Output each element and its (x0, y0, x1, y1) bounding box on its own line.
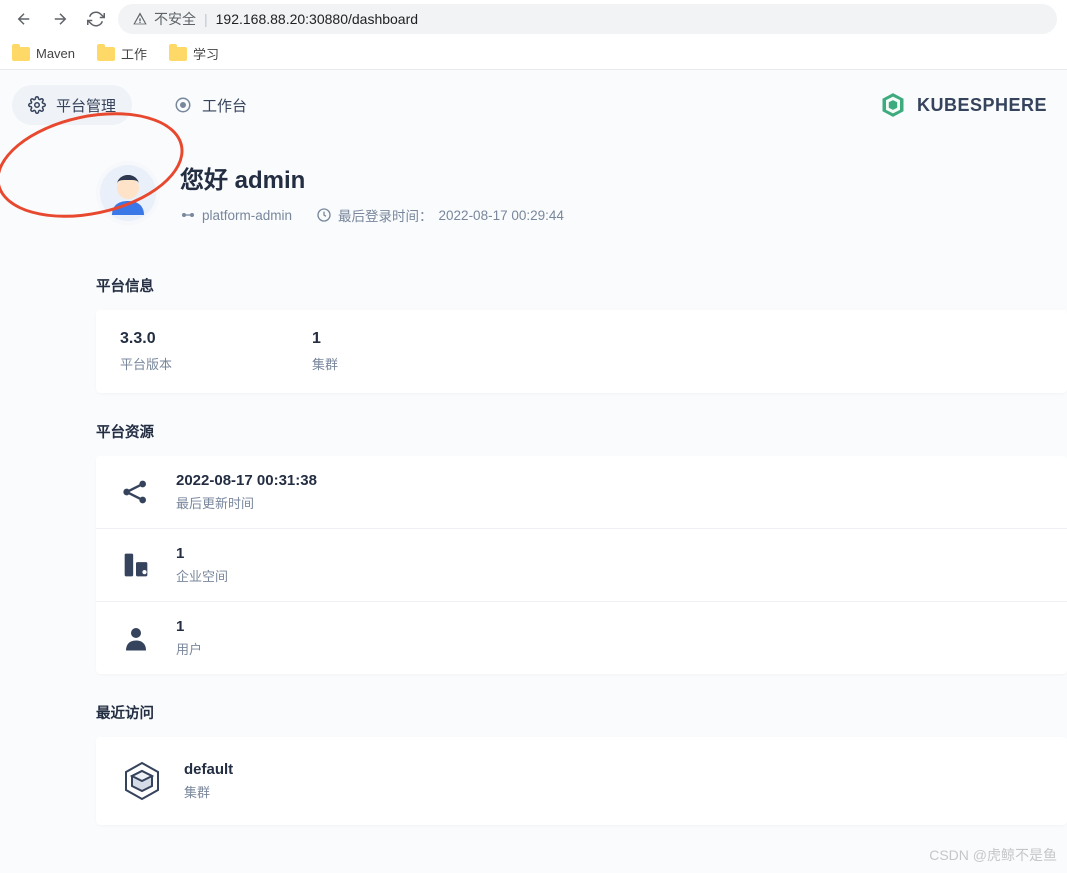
resource-last-updated: 2022-08-17 00:31:38 最后更新时间 (96, 456, 1067, 528)
platform-resources-card: 2022-08-17 00:31:38 最后更新时间 1 企业空间 1 用户 (96, 456, 1067, 674)
address-bar[interactable]: 不安全 | 192.168.88.20:30880/dashboard (118, 4, 1057, 34)
folder-icon (169, 47, 187, 61)
greeting-title: 您好 admin (180, 160, 564, 195)
resource-users[interactable]: 1 用户 (96, 601, 1067, 674)
section-recent-title: 最近访问 (96, 702, 1067, 723)
url-text: 192.168.88.20:30880/dashboard (216, 11, 418, 27)
gear-icon (28, 96, 46, 114)
brand-logo[interactable]: KUBESPHERE (879, 91, 1047, 119)
warning-icon (132, 11, 148, 27)
brand-text: KUBESPHERE (917, 95, 1047, 116)
bookmark-work[interactable]: 工作 (97, 44, 147, 63)
last-login: 最后登录时间： 2022-08-17 00:29:44 (316, 205, 564, 225)
nav-platform-management[interactable]: 平台管理 (12, 85, 132, 125)
folder-icon (97, 47, 115, 61)
greeting-section: 您好 admin platform-admin 最后登录时间： 2022-08-… (96, 160, 1067, 225)
avatar (96, 161, 160, 225)
kubesphere-icon (879, 91, 907, 119)
workspace-icon (116, 545, 156, 585)
reload-button[interactable] (82, 5, 110, 33)
platform-clusters: 1 集群 (312, 330, 338, 373)
top-nav: 平台管理 工作台 KUBESPHERE (0, 70, 1067, 140)
bookmark-maven[interactable]: Maven (12, 46, 75, 61)
cluster-icon (120, 759, 164, 803)
platform-info-card: 3.3.0 平台版本 1 集群 (96, 310, 1067, 393)
share-icon (116, 472, 156, 512)
security-label: 不安全 (154, 9, 196, 29)
user-role: platform-admin (180, 207, 292, 223)
dashboard-icon (174, 96, 192, 114)
bookmark-study[interactable]: 学习 (169, 44, 219, 63)
recent-item-default[interactable]: default 集群 (96, 737, 1067, 825)
folder-icon (12, 47, 30, 61)
back-button[interactable] (10, 5, 38, 33)
forward-button[interactable] (46, 5, 74, 33)
dashboard-content: 您好 admin platform-admin 最后登录时间： 2022-08-… (0, 140, 1067, 825)
watermark: CSDN @虎鲸不是鱼 (929, 845, 1057, 865)
section-platform-info-title: 平台信息 (96, 275, 1067, 296)
bookmarks-bar: Maven 工作 学习 (0, 38, 1067, 70)
role-icon (180, 207, 196, 223)
platform-version: 3.3.0 平台版本 (120, 330, 172, 373)
section-platform-resources-title: 平台资源 (96, 421, 1067, 442)
browser-toolbar: 不安全 | 192.168.88.20:30880/dashboard (0, 0, 1067, 38)
user-icon (116, 618, 156, 658)
resource-workspaces[interactable]: 1 企业空间 (96, 528, 1067, 601)
clock-icon (316, 207, 332, 223)
nav-workbench[interactable]: 工作台 (158, 85, 263, 125)
